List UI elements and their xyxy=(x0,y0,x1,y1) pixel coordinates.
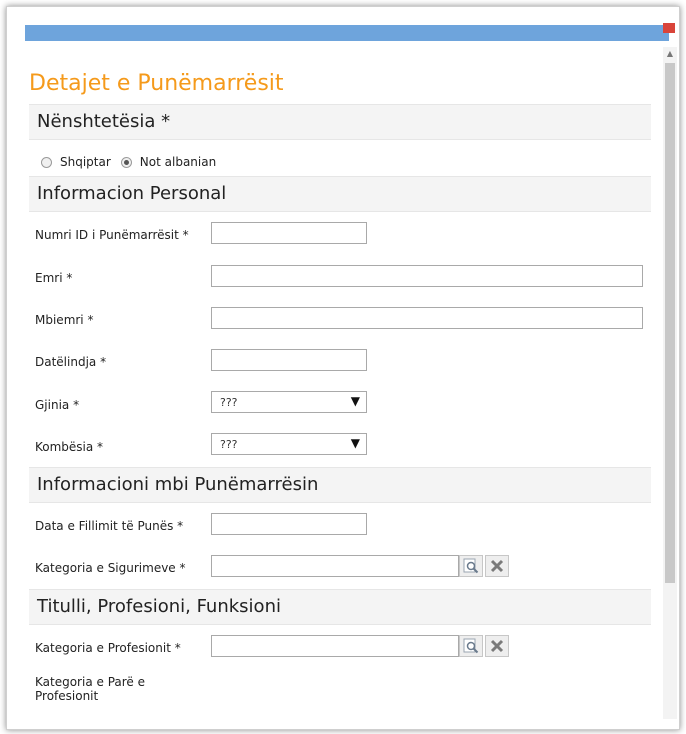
employee-id-input[interactable] xyxy=(211,222,367,244)
section-title: Informacion Personal xyxy=(37,183,227,204)
magnifier-icon xyxy=(463,638,479,654)
gender-select[interactable]: ??? ▼ xyxy=(211,391,367,413)
last-name-input[interactable] xyxy=(211,307,643,329)
profession-clear-button[interactable] xyxy=(485,635,509,657)
triangle-down-icon: ▼ xyxy=(350,394,360,408)
first-name-input[interactable] xyxy=(211,265,643,287)
section-title: Nënshtetësia * xyxy=(37,111,171,132)
label-nationality: Kombësia * xyxy=(35,440,104,454)
insurance-lookup-button[interactable] xyxy=(459,555,483,577)
x-icon xyxy=(490,559,504,573)
profession-lookup-button[interactable] xyxy=(459,635,483,657)
label-first-profession-category: Kategoria e Parë e Profesionit xyxy=(35,675,145,703)
section-profession: Titulli, Profesioni, Funksioni xyxy=(29,589,651,625)
close-icon[interactable] xyxy=(663,23,675,33)
label-profession-category: Kategoria e Profesionit * xyxy=(35,641,181,655)
radio-not-albanian[interactable] xyxy=(120,156,132,168)
title-bar xyxy=(25,25,669,41)
insurance-category-input[interactable] xyxy=(211,555,459,577)
section-title: Titulli, Profesioni, Funksioni xyxy=(37,596,281,617)
page-title: Detajet e Punëmarrësit xyxy=(29,71,284,96)
insurance-clear-button[interactable] xyxy=(485,555,509,577)
employee-details-dialog: ▲ Detajet e Punëmarrësit Nënshtetësia * … xyxy=(6,6,680,730)
nationality-select[interactable]: ??? ▼ xyxy=(211,433,367,455)
label-gender: Gjinia * xyxy=(35,398,80,412)
label-employee-id: Numri ID i Punëmarrësit * xyxy=(35,228,189,242)
gender-select-value: ??? xyxy=(220,396,238,409)
birth-date-input[interactable] xyxy=(211,349,367,371)
profession-category-input[interactable] xyxy=(211,635,459,657)
nationality-select-value: ??? xyxy=(220,438,238,451)
radio-shqiptar[interactable] xyxy=(41,156,52,168)
section-personal-info: Informacion Personal xyxy=(29,176,651,212)
section-title: Informacioni mbi Punëmarrësin xyxy=(37,474,319,495)
radio-label-not-albanian[interactable]: Not albanian xyxy=(140,155,216,169)
label-insurance-category: Kategoria e Sigurimeve * xyxy=(35,561,186,575)
magnifier-icon xyxy=(463,558,479,574)
scroll-thumb[interactable] xyxy=(665,63,675,583)
label-line: Profesionit xyxy=(35,689,99,703)
label-last-name: Mbiemri * xyxy=(35,313,94,327)
vertical-scrollbar[interactable]: ▲ xyxy=(663,47,677,719)
x-icon xyxy=(490,639,504,653)
label-first-name: Emri * xyxy=(35,271,73,285)
label-birth-date: Datëlindja * xyxy=(35,355,107,369)
triangle-down-icon: ▼ xyxy=(350,436,360,450)
label-line: Kategoria e Parë e xyxy=(35,675,145,689)
scroll-up-icon[interactable]: ▲ xyxy=(663,47,677,61)
radio-label-shqiptar[interactable]: Shqiptar xyxy=(60,155,111,169)
citizenship-radio-group: Shqiptar Not albanian xyxy=(41,153,226,171)
section-citizenship: Nënshtetësia * xyxy=(29,104,651,140)
label-start-date: Data e Fillimit të Punës * xyxy=(35,519,184,533)
section-employment-info: Informacioni mbi Punëmarrësin xyxy=(29,467,651,503)
start-date-input[interactable] xyxy=(211,513,367,535)
